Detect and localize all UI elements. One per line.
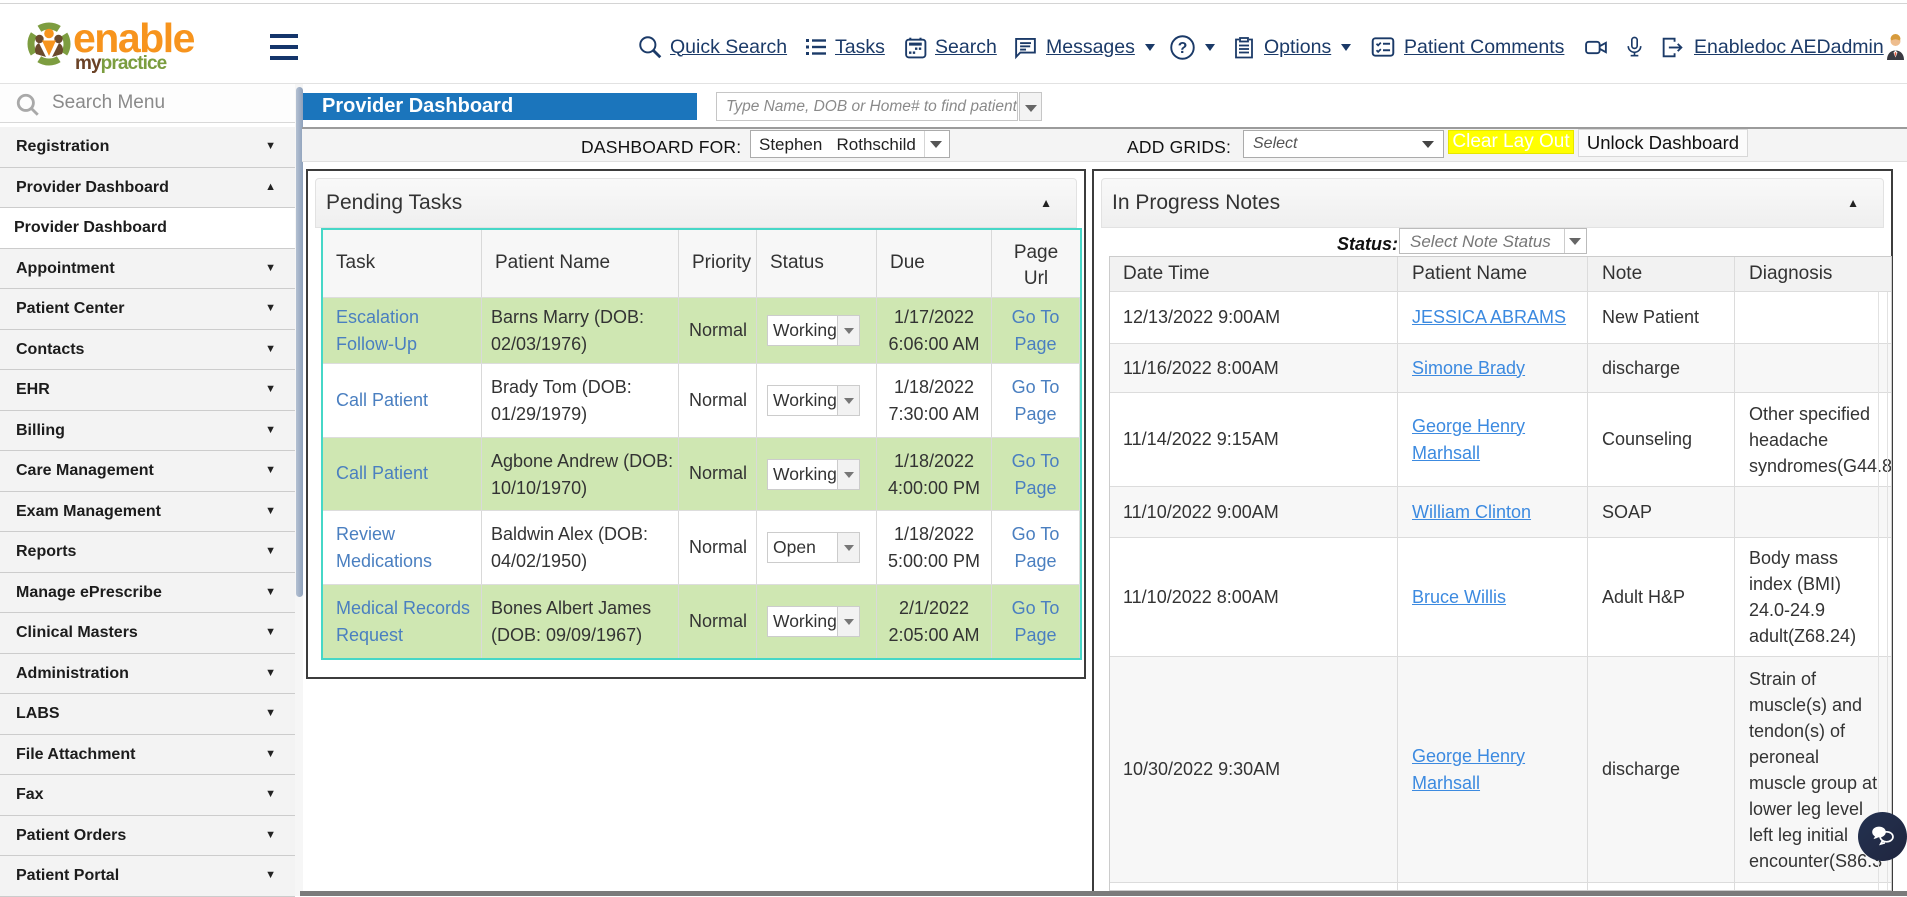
svg-text:mypractice: mypractice bbox=[75, 53, 167, 73]
svg-text:?: ? bbox=[1178, 40, 1188, 57]
